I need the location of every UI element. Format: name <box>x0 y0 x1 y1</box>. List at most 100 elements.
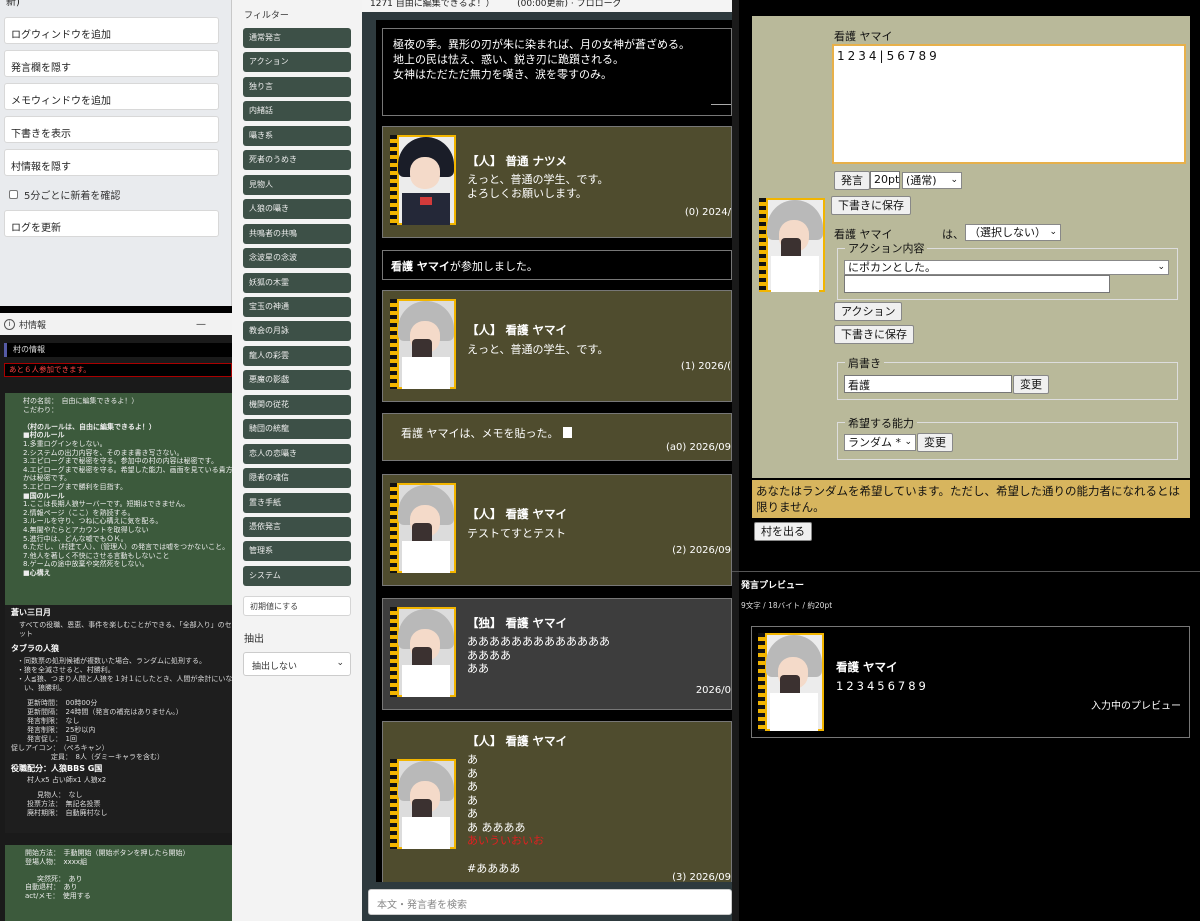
ability-select[interactable]: ランダム * ⌄ <box>844 434 916 451</box>
info-line: 発言制限： 25秒以内 <box>27 726 96 734</box>
post-yamai-4: 【人】 看護 ヤマイ あ あ あ あ あ あ ああああ あいういおいお #あああ… <box>382 721 732 882</box>
log-pane[interactable]: 極夜の季。異形の刃が朱に染まれば、月の女神が蒼ざめる。 地上の民は怯え、惑い、鋭… <box>376 20 732 882</box>
filter-button[interactable]: 見物人 <box>243 174 351 195</box>
speaker-name: 看護 ヤマイ <box>834 30 893 43</box>
speaker-name: 【人】 普通 ナツメ <box>467 154 568 168</box>
filter-button[interactable]: 騎団の統龍 <box>243 419 351 440</box>
filter-button[interactable]: 通常発言 <box>243 28 351 48</box>
filter-button[interactable]: 独り言 <box>243 76 351 97</box>
save-draft-button[interactable]: 下書きに保存 <box>831 196 911 215</box>
filter-button[interactable]: 機関の従花 <box>243 394 351 415</box>
leave-village-button[interactable]: 村を出る <box>754 522 812 541</box>
extract-select[interactable]: 抽出しない ⌄ <box>243 652 351 676</box>
preview-title: 発言プレビュー <box>741 581 805 591</box>
rule-item: ・同数票の処刑候補が複数いた場合、ランダムに処刑する。 <box>17 657 206 665</box>
rule-item: ・狼を全滅させると、村勝利。 <box>17 666 115 674</box>
filter-button[interactable]: 憑依発言 <box>243 517 351 537</box>
add-memo-window-button[interactable]: メモウィンドウを追加 <box>4 83 219 110</box>
save-draft-button-2[interactable]: 下書きに保存 <box>834 325 914 344</box>
action-target-value: （選択しない） <box>969 226 1046 239</box>
action-content-select[interactable]: にポカンとした。 ⌄ <box>844 260 1169 275</box>
hide-village-info-button[interactable]: 村情報を隠す <box>4 149 219 176</box>
post-line: えっと、普通の学生、です。 <box>467 173 609 186</box>
film-strip <box>390 483 397 573</box>
speech-textarea[interactable]: 1234|56789 <box>832 44 1186 164</box>
filter-button[interactable]: 妖狐の木霊 <box>243 272 351 293</box>
post-meta: (0) 2024/ <box>684 207 731 218</box>
action-text-input[interactable] <box>844 275 1110 293</box>
filter-button[interactable]: 念波星の念波 <box>243 248 351 269</box>
minimize-icon[interactable]: — <box>196 319 206 330</box>
auto-check-toggle[interactable]: 5分ごとに新着を確認 <box>9 187 120 202</box>
post-natsume: 【人】 普通 ナツメ えっと、普通の学生、です。 よろしくお願いします。 (0)… <box>382 126 732 238</box>
filter-button[interactable]: 龍人の彩雲 <box>243 345 351 366</box>
post-line: ああああ <box>467 648 511 662</box>
hide-speech-button[interactable]: 発言欄を隠す <box>4 50 219 77</box>
change-title-button[interactable]: 変更 <box>1013 375 1049 394</box>
say-button[interactable]: 発言 <box>834 171 870 190</box>
avatar-clothes <box>770 693 818 731</box>
title-input[interactable]: 看護 <box>844 375 1012 393</box>
film-strip <box>759 198 766 292</box>
log-search-input[interactable]: 本文・発言者を検索 <box>368 889 732 915</box>
filter-button[interactable]: 置き手紙 <box>243 492 351 513</box>
change-ability-button[interactable]: 変更 <box>917 433 953 452</box>
avatar-clothes <box>402 817 450 849</box>
filter-button[interactable]: 内緒話 <box>243 101 351 122</box>
rule-item: ・人≦狼、つまり人間と人狼を１対１にしたとき、人間が余計にいな <box>17 675 232 683</box>
filter-button[interactable]: 死者のうめき <box>243 150 351 171</box>
post-line: あ <box>467 753 478 766</box>
speaker-name: 【人】 看護 ヤマイ <box>467 507 568 521</box>
filter-button[interactable]: 共鳴者の共鳴 <box>243 223 351 244</box>
post-meta: (2) 2026/09 <box>672 545 731 556</box>
document-icon <box>562 427 572 438</box>
section-header: 村の情報 <box>4 343 232 357</box>
post-meta: 2026/0 <box>695 685 731 696</box>
log-topbar: 1271 自由に編集できるよ！） (00:00更新) · プロローグ <box>362 0 732 12</box>
filter-button[interactable]: アクション <box>243 52 351 73</box>
filter-button[interactable]: 恋人の恋囁き <box>243 443 351 464</box>
avatar <box>390 299 456 389</box>
action-target-select[interactable]: （選択しない） ⌄ <box>965 224 1061 241</box>
filter-button[interactable]: 悪魔の影戯 <box>243 370 351 391</box>
auto-check-label: 5分ごとに新着を確認 <box>24 191 121 202</box>
warning-text: あと６人参加できます。 <box>4 363 232 377</box>
filter-button[interactable]: 人狼の囁き <box>243 199 351 220</box>
rule-title: タブラの人狼 <box>11 644 59 653</box>
checkbox[interactable] <box>9 190 18 199</box>
info-line: 5.進行中は、どんな嘘でもＯＫ。 <box>23 534 128 543</box>
info-line: 5.エピローグまで勝利を目指す。 <box>23 482 127 491</box>
mode-select[interactable]: (通常) ⌄ <box>902 172 962 189</box>
post-line-hash: #ああああ <box>467 861 521 875</box>
intro-message: 極夜の季。異形の刃が朱に染まれば、月の女神が蒼ざめる。 地上の民は怯え、惑い、鋭… <box>382 28 732 116</box>
speaker-name: 【人】 看護 ヤマイ <box>467 734 568 748</box>
avatar <box>390 607 456 697</box>
post-body: えっと、普通の学生、です。 <box>467 343 609 356</box>
memo-meta: (a0) 2026/09 <box>665 442 731 453</box>
reset-filter-button[interactable]: 初期値にする <box>243 596 351 616</box>
post-yamai-2: 【人】 看護 ヤマイ テストてすとテスト (2) 2026/09 <box>382 474 732 586</box>
filter-button[interactable]: 宝玉の神通 <box>243 296 351 317</box>
scrollbar[interactable] <box>732 0 739 921</box>
font-size-field[interactable]: 20pt <box>870 171 900 189</box>
info-line: 1.多重ログインをしない。 <box>23 439 107 448</box>
refresh-log-button[interactable]: ログを更新 <box>4 210 219 237</box>
show-draft-button[interactable]: 下書きを表示 <box>4 116 219 143</box>
avatar <box>390 135 456 225</box>
title-legend: 肩書き <box>845 355 884 371</box>
action-button[interactable]: アクション <box>834 302 903 321</box>
add-log-window-button[interactable]: ログウィンドウを追加 <box>4 17 219 44</box>
role-line: 村人x5 占い師x1 人狼x2 <box>27 776 107 784</box>
join-suffix: が参加しました。 <box>449 260 538 273</box>
rules-box: 村の名前： 自由に編集できるよ！） こだわり： （村のルールは、自由に編集できる… <box>5 393 232 615</box>
filter-button[interactable]: 隠者の魂信 <box>243 468 351 489</box>
chevron-down-icon: ⌄ <box>336 658 344 668</box>
post-body: テストてすとテスト <box>467 527 566 540</box>
filter-button[interactable]: システム <box>243 565 351 586</box>
info-line: 2.システムの出力内容を、そのまま書き写さない。 <box>23 448 184 457</box>
filter-button[interactable]: 教会の月詠 <box>243 321 351 342</box>
filter-button[interactable]: 管理系 <box>243 541 351 562</box>
post-body: あああああああああああああ ああああ ああ <box>467 635 610 676</box>
filter-button[interactable]: 囁き系 <box>243 125 351 146</box>
window-title: 村情報 <box>19 320 47 331</box>
